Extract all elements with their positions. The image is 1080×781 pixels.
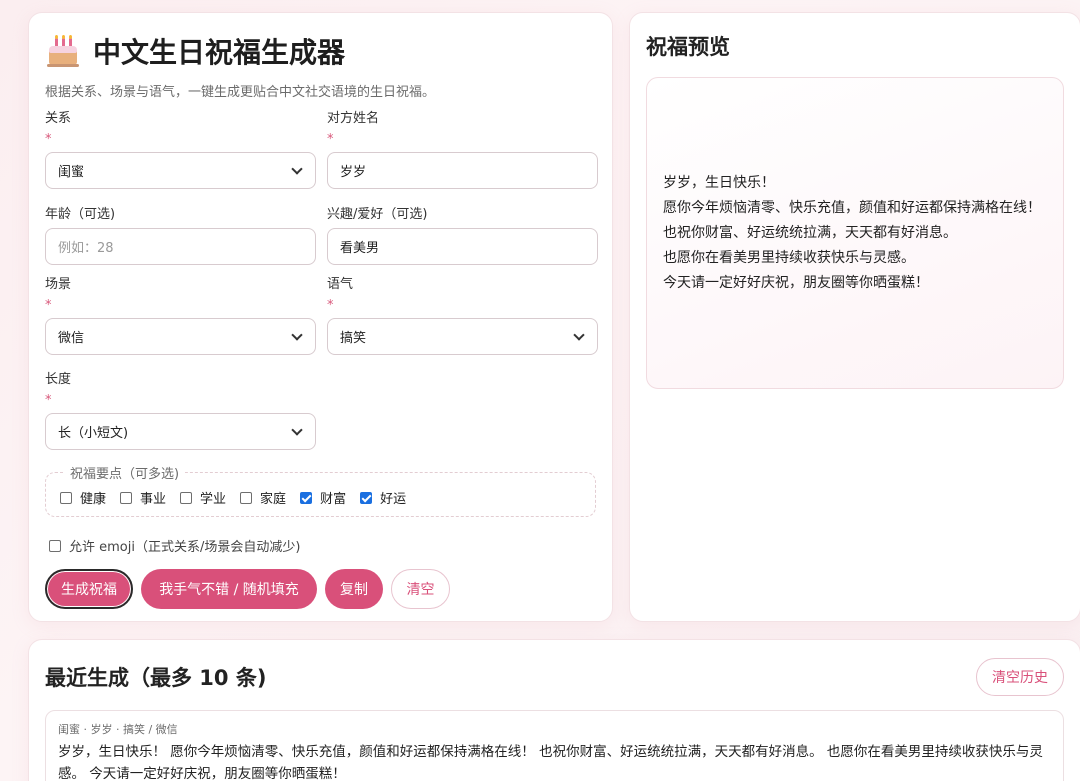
blessing-point-checkbox[interactable] [180,491,193,504]
blessing-point-label: 家庭 [260,492,287,507]
name-field: 对方姓名 * 岁岁 [327,107,598,189]
blessing-point-checkbox[interactable] [240,491,253,504]
preview-line: 愿你今年烦恼清零、快乐充值，颜值和好运都保持满格在线！ [663,199,1041,216]
blessing-points-legend: 祝福要点（可多选) [70,467,180,482]
tone-select[interactable]: 搞笑 [327,318,598,355]
hobby-input[interactable]: 看美男 [327,228,598,265]
required-mark: * [327,132,334,147]
random-fill-button[interactable]: 我手气不错 / 随机填充 [141,569,317,609]
hobby-value: 看美男 [340,241,380,256]
clear-history-button[interactable]: 清空历史 [976,658,1064,696]
name-value: 岁岁 [340,165,367,180]
scene-value: 微信 [58,331,85,346]
required-mark: * [45,132,52,147]
blessing-point-label: 健康 [80,492,107,507]
age-placeholder: 例如：28 [58,241,114,256]
blessing-point-option[interactable]: 健康 [60,488,106,507]
blessing-point-label: 好运 [380,492,407,507]
tone-field: 语气 * 搞笑 [327,273,598,355]
required-mark: * [45,393,52,408]
blessing-point-checkbox[interactable] [300,491,313,504]
chevron-down-icon [573,328,585,341]
history-card: 最近生成（最多 10 条) 清空历史 闺蜜 · 岁岁 · 搞笑 / 微信 岁岁，… [28,639,1080,781]
age-field: 年龄（可选) 例如：28 [45,203,316,265]
scene-select[interactable]: 微信 [45,318,316,355]
emoji-option[interactable]: 允许 emoji（正式关系/场景会自动减少) [49,536,300,555]
chevron-down-icon [291,162,303,175]
blessing-point-option[interactable]: 事业 [120,488,166,507]
preview-title: 祝福预览 [646,35,730,59]
length-select[interactable]: 长（小短文) [45,413,316,450]
relation-select[interactable]: 闺蜜 [45,152,316,189]
blessing-point-label: 财富 [320,492,347,507]
preview-line: 也愿你在看美男里持续收获快乐与灵感。 [663,249,915,266]
blessing-point-option[interactable]: 学业 [180,488,226,507]
age-label: 年龄（可选) [45,207,116,222]
copy-button[interactable]: 复制 [325,569,383,609]
name-label: 对方姓名 [327,111,380,126]
history-header: 最近生成（最多 10 条) 清空历史 [45,658,1064,696]
required-mark: * [327,298,334,313]
relation-field: 关系 * 闺蜜 [45,107,316,189]
tone-label: 语气 [327,277,354,292]
blessing-point-option[interactable]: 财富 [300,488,346,507]
preview-line: 今天请一定好好庆祝，朋友圈等你晒蛋糕！ [663,274,929,291]
chevron-down-icon [291,423,303,436]
emoji-checkbox[interactable] [49,539,61,552]
history-item[interactable]: 闺蜜 · 岁岁 · 搞笑 / 微信 岁岁，生日快乐！ 愿你今年烦恼清零、快乐充值… [45,710,1064,781]
preview-line: 岁岁，生日快乐！ [663,174,775,191]
length-field: 长度 * 长（小短文) [45,368,316,450]
history-title: 最近生成（最多 10 条) [45,666,267,690]
age-input[interactable]: 例如：28 [45,228,316,265]
preview-card: 祝福预览 岁岁，生日快乐！ 愿你今年烦恼清零、快乐充值，颜值和好运都保持满格在线… [629,12,1080,622]
blessing-point-option[interactable]: 家庭 [240,488,286,507]
relation-value: 闺蜜 [58,165,85,180]
generate-button[interactable]: 生成祝福 [45,569,133,609]
generator-form-card: 中文生日祝福生成器 根据关系、场景与语气，一键生成更贴合中文社交语境的生日祝福。… [28,12,613,622]
blessing-points-list: 健康 事业 学业 家庭 财富 好运 [60,488,581,507]
scene-field: 场景 * 微信 [45,273,316,355]
history-item-text: 岁岁，生日快乐！ 愿你今年烦恼清零、快乐充值，颜值和好运都保持满格在线！ 也祝你… [58,744,1043,781]
blessing-point-label: 学业 [200,492,227,507]
length-label: 长度 [45,372,72,387]
blessing-point-checkbox[interactable] [60,491,72,504]
scene-label: 场景 [45,277,72,292]
blessing-point-option[interactable]: 好运 [360,488,406,507]
relation-label: 关系 [45,111,72,126]
blessing-points-group: 祝福要点（可多选) 健康 事业 学业 家庭 财富 好运 [45,463,596,517]
action-buttons: 生成祝福 我手气不错 / 随机填充 复制 清空 [45,569,450,609]
preview-output: 岁岁，生日快乐！ 愿你今年烦恼清零、快乐充值，颜值和好运都保持满格在线！ 也祝你… [646,77,1064,389]
required-mark: * [45,298,52,313]
emoji-label: 允许 emoji（正式关系/场景会自动减少) [69,540,301,555]
hobby-field: 兴趣/爱好（可选) 看美男 [327,203,598,265]
hobby-label: 兴趣/爱好（可选) [327,207,428,222]
clear-button[interactable]: 清空 [391,569,450,609]
chevron-down-icon [291,328,303,341]
blessing-point-checkbox[interactable] [120,491,133,504]
name-input[interactable]: 岁岁 [327,152,598,189]
length-value: 长（小短文) [58,426,129,441]
history-item-meta: 闺蜜 · 岁岁 · 搞笑 / 微信 [58,723,178,736]
blessing-point-checkbox[interactable] [360,491,373,504]
tone-value: 搞笑 [340,331,367,346]
blessing-point-label: 事业 [140,492,167,507]
preview-line: 也祝你财富、好运统统拉满，天天都有好消息。 [663,224,957,241]
